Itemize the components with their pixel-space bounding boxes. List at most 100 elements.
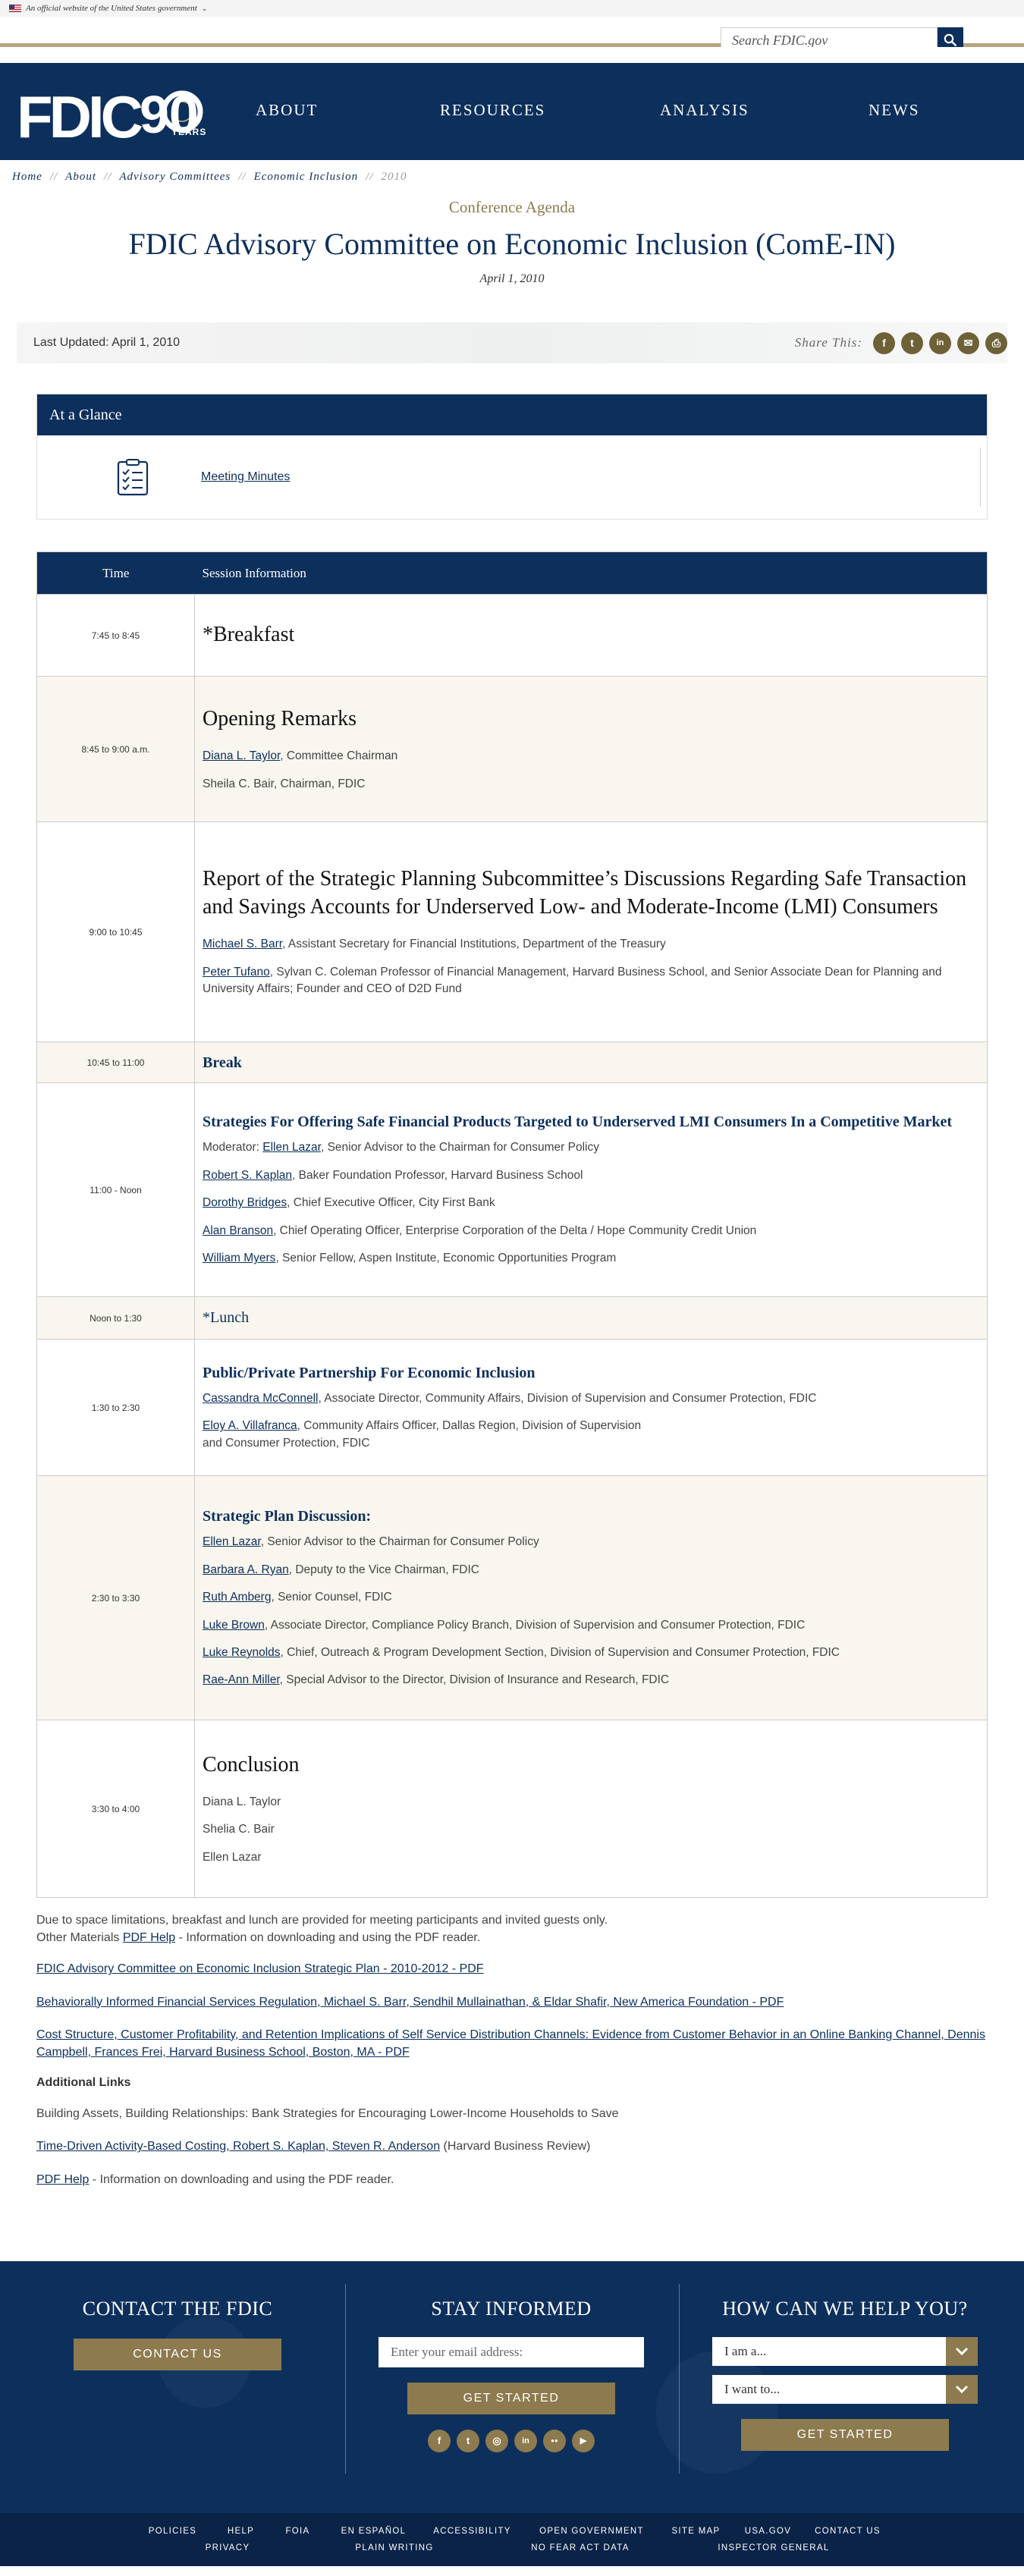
last-updated: Last Updated: April 1, 2010 [33, 336, 181, 349]
session-info: Strategic Plan Discussion: Ellen Lazar, … [194, 1475, 988, 1720]
facebook-icon[interactable]: f [873, 331, 895, 354]
facebook-icon[interactable]: f [428, 2429, 451, 2452]
speaker-link[interactable]: Cassandra McConnell [203, 1392, 319, 1405]
speaker-line: William Myers, Senior Fellow, Aspen Inst… [203, 1252, 617, 1265]
nav-news[interactable]: NEWS [869, 101, 920, 120]
footer-stay-heading: STAY INFORMED [431, 2297, 592, 2320]
footer-link[interactable]: PRIVACY [152, 2543, 303, 2552]
speaker-link[interactable]: Eloy A. Villafranca [203, 1419, 297, 1432]
speaker-link[interactable]: Alan Branson [203, 1224, 273, 1237]
page-date: April 1, 2010 [479, 272, 545, 285]
document-link[interactable]: FDIC Advisory Committee on Economic Incl… [36, 1960, 988, 1978]
footer-link[interactable]: EN ESPAÑOL [328, 2527, 419, 2536]
instagram-icon[interactable]: ◎ [485, 2429, 508, 2452]
page-kicker: Conference Agenda [448, 198, 576, 216]
footer-link[interactable]: CONTACT US [803, 2527, 894, 2536]
site-footer: CONTACT THE FDIC CONTACT US STAY INFORME… [0, 2260, 1024, 2513]
twitter-icon[interactable]: t [457, 2429, 479, 2452]
session-time: 9:00 to 10:45 [36, 821, 195, 1042]
i-am-a-select[interactable]: I am a... [712, 2336, 978, 2366]
table-row: 1:30 to 2:30 Public/Private Partnership … [36, 1339, 988, 1476]
pdf-help-link[interactable]: PDF Help [123, 1931, 175, 1944]
session-info: Opening Remarks Diana L. Taylor, Committ… [194, 676, 988, 822]
email-icon[interactable]: ✉ [957, 331, 979, 354]
additional-link-line: PDF Help - Information on downloading an… [36, 2172, 394, 2186]
footer-link[interactable]: FOIA [268, 2527, 328, 2536]
additional-link[interactable]: Time-Driven Activity-Based Costing, Robe… [36, 2140, 440, 2153]
speaker-link[interactable]: Barbara A. Ryan [203, 1563, 289, 1576]
breadcrumb-home[interactable]: Home [12, 171, 42, 183]
help-get-started-button[interactable]: GET STARTED [741, 2418, 949, 2451]
breadcrumb-economic-inclusion[interactable]: Economic Inclusion [254, 171, 359, 183]
session-column-header: Session Information [194, 551, 988, 595]
speaker-link[interactable]: Ellen Lazar [203, 1535, 261, 1548]
contact-us-button[interactable]: CONTACT US [74, 2338, 281, 2370]
footer-link[interactable]: HELP [215, 2527, 268, 2536]
i-want-to-select[interactable]: I want to... [712, 2374, 978, 2404]
footer-link[interactable]: OPEN GOVERNMENT [526, 2527, 658, 2536]
document-link[interactable]: Behaviorally Informed Financial Services… [36, 1993, 988, 2011]
footer-link[interactable]: ACCESSIBILITY [419, 2527, 526, 2536]
table-row: 9:00 to 10:45 Report of the Strategic Pl… [36, 821, 988, 1042]
fdic-logo[interactable]: FDIC 90 YEARS [17, 83, 206, 150]
speaker-link[interactable]: Rae-Ann Miller [203, 1673, 280, 1686]
speaker-link[interactable]: Ruth Amberg [203, 1591, 271, 1604]
footer-link[interactable]: INSPECTOR GENERAL [675, 2543, 872, 2552]
session-title: Strategies For Offering Safe Financial P… [203, 1114, 953, 1131]
speaker-link[interactable]: Luke Reynolds [203, 1646, 281, 1659]
print-icon[interactable]: ⎙ [985, 331, 1007, 354]
session-info: Report of the Strategic Planning Subcomm… [194, 821, 988, 1042]
ninety-seal-icon: 90 [140, 85, 203, 144]
speaker-link[interactable]: Dorothy Bridges [203, 1196, 287, 1209]
search-bar: Search FDIC.gov [0, 17, 1024, 53]
youtube-icon[interactable]: ▶ [572, 2429, 595, 2452]
footer-divider [679, 2283, 680, 2474]
nav-resources[interactable]: RESOURCES [440, 101, 545, 120]
linkedin-icon[interactable]: in [514, 2429, 537, 2452]
speaker-line: Moderator: Ellen Lazar, Senior Advisor t… [203, 1141, 599, 1154]
agenda-notes: Due to space limitations, breakfast and … [36, 1912, 988, 2188]
speaker-link[interactable]: Robert S. Kaplan [203, 1169, 292, 1182]
table-row: 8:45 to 9:00 a.m. Opening Remarks Diana … [36, 676, 988, 822]
nav-about[interactable]: ABOUT [256, 101, 318, 120]
flickr-icon[interactable]: ●● [543, 2429, 566, 2452]
speaker-link[interactable]: Diana L. Taylor [203, 749, 280, 762]
other-materials-line: Other Materials PDF Help - Information o… [36, 1931, 481, 1945]
page-title: FDIC Advisory Committee on Economic Incl… [128, 227, 896, 261]
gov-banner-text: An official website of the United States… [26, 4, 197, 13]
speaker-link[interactable]: William Myers [203, 1252, 275, 1264]
stay-informed-button[interactable]: GET STARTED [407, 2382, 615, 2414]
logo-text: FDIC [17, 83, 143, 150]
pdf-help-link[interactable]: PDF Help [36, 2173, 89, 2186]
document-links: FDIC Advisory Committee on Economic Incl… [36, 1960, 988, 2061]
chevron-down-icon [946, 2336, 978, 2366]
session-time: 3:30 to 4:00 [36, 1720, 195, 1898]
session-info: *Breakfast [194, 594, 988, 677]
meeting-minutes-link[interactable]: Meeting Minutes [201, 470, 290, 484]
speaker-link[interactable]: Luke Brown [203, 1619, 265, 1632]
footer-link[interactable]: POLICIES [131, 2527, 215, 2536]
footer-divider [345, 2283, 346, 2474]
speaker-line: Michael S. Barr, Assistant Secretary for… [203, 938, 666, 951]
at-a-glance-body: Meeting Minutes [37, 435, 987, 519]
gov-banner: An official website of the United States… [0, 0, 1024, 17]
breadcrumb-about[interactable]: About [65, 171, 96, 183]
breadcrumb-advisory-committees[interactable]: Advisory Committees [119, 171, 231, 183]
footer-link[interactable]: NO FEAR ACT DATA [485, 2543, 675, 2552]
speaker-link[interactable]: Peter Tufano [203, 966, 270, 979]
speaker-link[interactable]: Michael S. Barr [203, 938, 282, 950]
footer-link[interactable]: PLAIN WRITING [303, 2543, 485, 2552]
speaker-line: Luke Brown, Associate Director, Complian… [203, 1618, 806, 1632]
linkedin-icon[interactable]: in [929, 331, 951, 354]
nav-analysis[interactable]: ANALYSIS [660, 101, 749, 120]
speaker-link[interactable]: Ellen Lazar [262, 1141, 321, 1154]
footer-link[interactable]: SITE MAP [658, 2527, 734, 2536]
email-input[interactable]: Enter your email address: [379, 2336, 644, 2367]
at-a-glance: At a Glance Meeting Minutes [36, 394, 988, 520]
twitter-icon[interactable]: t [901, 331, 923, 354]
document-link[interactable]: Cost Structure, Customer Profitability, … [36, 2026, 988, 2061]
chevron-down-icon[interactable]: ⌄ [202, 5, 208, 13]
footer-help: HOW CAN WE HELP YOU? I am a... I want to… [693, 2298, 997, 2451]
footer-link[interactable]: USA.GOV [734, 2527, 803, 2536]
agenda-header-row: Time Session Information [36, 551, 988, 595]
